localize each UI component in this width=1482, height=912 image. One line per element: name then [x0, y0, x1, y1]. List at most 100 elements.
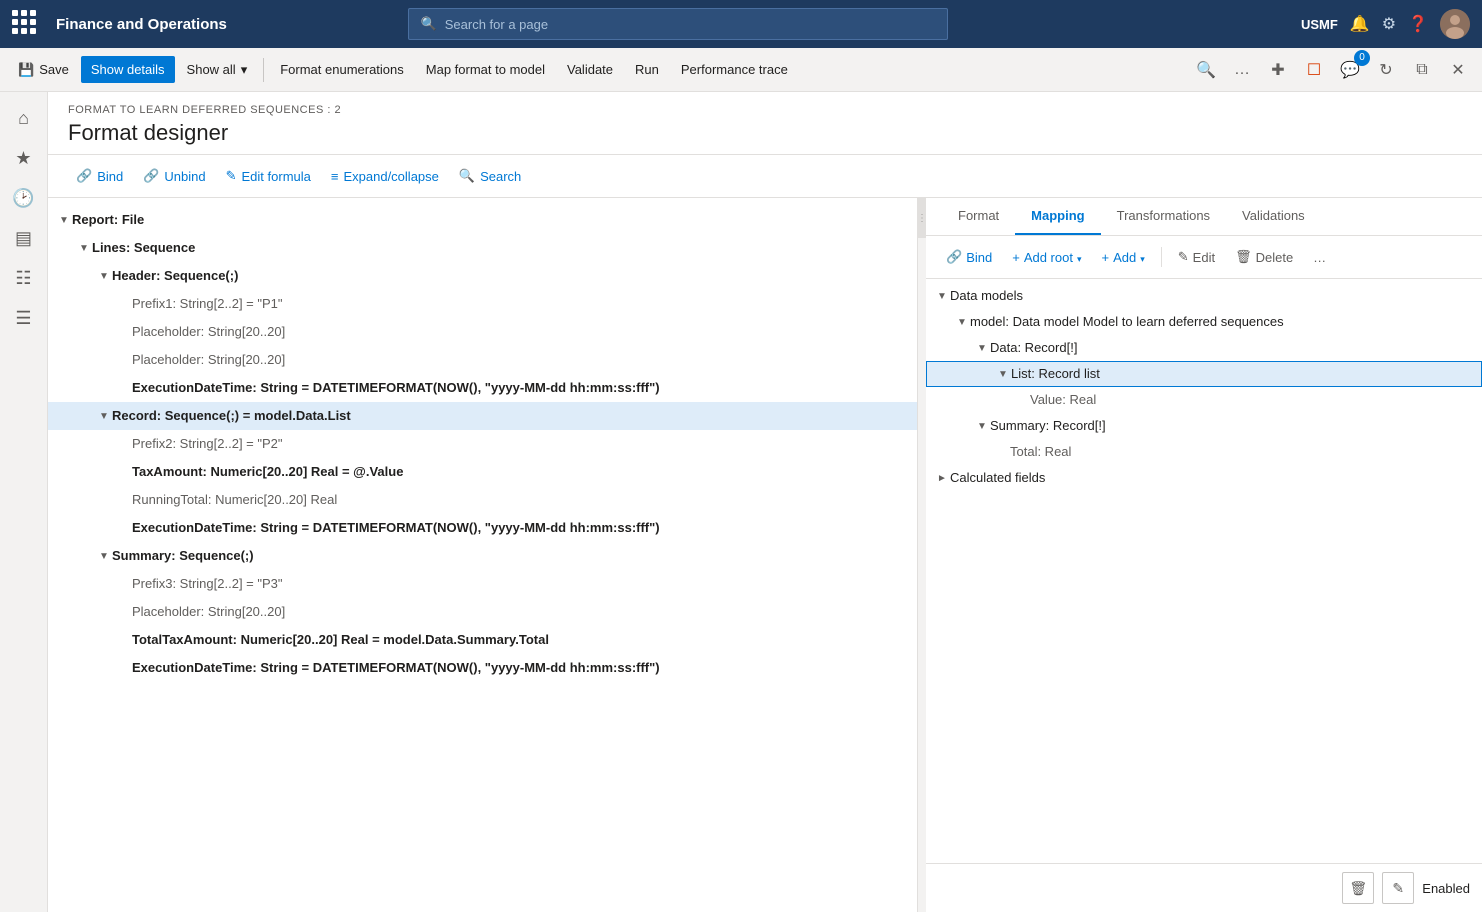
format-enumerations-button[interactable]: Format enumerations [270, 56, 414, 83]
mapping-add-button[interactable]: + Add [1094, 245, 1153, 270]
tree-label-summary-sequence: Summary: Sequence(;) [112, 547, 254, 565]
tab-format[interactable]: Format [942, 198, 1015, 235]
mapping-item-calculated-fields[interactable]: ► Calculated fields [926, 465, 1482, 491]
show-all-button[interactable]: Show all [177, 56, 258, 84]
mapping-toggle-calculated[interactable]: ► [934, 470, 950, 486]
mapping-bind-button[interactable]: 🔗 Bind [938, 244, 1000, 270]
tree-item-lines-sequence[interactable]: ▼ Lines: Sequence [48, 234, 917, 262]
mapping-item-summary-record[interactable]: ▼ Summary: Record[!] [926, 413, 1482, 439]
mapping-add-root-button[interactable]: + Add root [1004, 245, 1089, 270]
global-search-input[interactable] [445, 17, 935, 32]
expand-icon: ≡ [331, 169, 339, 184]
tree-item-prefix1[interactable]: Prefix1: String[2..2] = "P1" [48, 290, 917, 318]
mapping-item-total-real[interactable]: Total: Real [926, 439, 1482, 465]
tree-item-report-file[interactable]: ▼ Report: File [48, 206, 917, 234]
notifications-badge[interactable]: 💬 0 [1334, 54, 1366, 86]
tree-item-placeholder2[interactable]: Placeholder: String[20..20] [48, 346, 917, 374]
tab-validations[interactable]: Validations [1226, 198, 1321, 235]
tree-item-execdt-record[interactable]: ExecutionDateTime: String = DATETIMEFORM… [48, 514, 917, 542]
mapping-item-data-models[interactable]: ▼ Data models [926, 283, 1482, 309]
mapping-more-button[interactable]: … [1305, 245, 1334, 270]
refresh-icon[interactable]: ↻ [1370, 54, 1402, 86]
validate-button[interactable]: Validate [557, 56, 623, 83]
tree-label-prefix3: Prefix3: String[2..2] = "P3" [132, 575, 283, 593]
unbind-button[interactable]: 🔗 Unbind [135, 163, 213, 189]
bind-button[interactable]: 🔗 Bind [68, 163, 131, 189]
tree-toggle-lines[interactable]: ▼ [76, 240, 92, 256]
puzzle-icon[interactable]: ✚ [1262, 54, 1294, 86]
mapping-toggle-model[interactable]: ▼ [954, 314, 970, 330]
mapping-delete-button[interactable]: 🗑 Delete [1227, 244, 1301, 270]
sidebar-home-icon[interactable]: ⌂ [6, 100, 42, 136]
tree-toggle-report[interactable]: ▼ [56, 212, 72, 228]
mapping-toggle-list[interactable]: ▼ [995, 366, 1011, 382]
sidebar-list-icon[interactable]: ☰ [6, 300, 42, 336]
sidebar-favorites-icon[interactable]: ★ [6, 140, 42, 176]
tree-toggle-placeholder2 [116, 352, 132, 368]
badge-count: 0 [1354, 50, 1370, 66]
tree-item-execdt-summary[interactable]: ExecutionDateTime: String = DATETIMEFORM… [48, 654, 917, 682]
bind-label: Bind [97, 169, 123, 184]
save-icon: 💾 [18, 62, 34, 78]
tree-label-execdt-summary: ExecutionDateTime: String = DATETIMEFORM… [132, 659, 660, 677]
notification-bell-icon[interactable]: 🔔 [1350, 14, 1370, 34]
show-details-button[interactable]: Show details [81, 56, 175, 83]
footer-edit-icon-button[interactable]: ✎ [1382, 872, 1414, 904]
mapping-item-data-record[interactable]: ▼ Data: Record[!] [926, 335, 1482, 361]
tree-toggle-record[interactable]: ▼ [96, 408, 112, 424]
mapping-toggle-summary-record[interactable]: ▼ [974, 418, 990, 434]
search-designer-button[interactable]: 🔍 Search [451, 163, 529, 189]
run-button[interactable]: Run [625, 56, 669, 83]
edit-formula-button[interactable]: ✎ Edit formula [218, 163, 319, 189]
tree-item-header-sequence[interactable]: ▼ Header: Sequence(;) [48, 262, 917, 290]
tree-item-totaltaxamount[interactable]: TotalTaxAmount: Numeric[20..20] Real = m… [48, 626, 917, 654]
page-title: Format designer [68, 120, 1462, 146]
user-avatar[interactable] [1440, 9, 1470, 39]
tab-transformations[interactable]: Transformations [1101, 198, 1226, 235]
tree-item-execdt-header[interactable]: ExecutionDateTime: String = DATETIMEFORM… [48, 374, 917, 402]
tree-toggle-header[interactable]: ▼ [96, 268, 112, 284]
tab-mapping[interactable]: Mapping [1015, 198, 1100, 235]
tree-item-record-sequence[interactable]: ▼ Record: Sequence(;) = model.Data.List [48, 402, 917, 430]
close-icon[interactable]: ✕ [1442, 54, 1474, 86]
sidebar-filter-icon[interactable]: ☷ [6, 260, 42, 296]
app-grid-icon[interactable] [12, 10, 40, 38]
search-toolbar-icon[interactable]: 🔍 [1190, 54, 1222, 86]
tree-item-placeholder1[interactable]: Placeholder: String[20..20] [48, 318, 917, 346]
split-drag-handle[interactable]: ⋮ [918, 198, 926, 238]
performance-trace-button[interactable]: Performance trace [671, 56, 798, 83]
global-search[interactable]: 🔍 [408, 8, 948, 40]
mapping-toggle-data-models[interactable]: ▼ [934, 288, 950, 304]
tree-item-prefix3[interactable]: Prefix3: String[2..2] = "P3" [48, 570, 917, 598]
sidebar-recent-icon[interactable]: 🕑 [6, 180, 42, 216]
mapping-item-list-record[interactable]: ▼ List: Record list [926, 361, 1482, 387]
tree-toggle-summary[interactable]: ▼ [96, 548, 112, 564]
footer-delete-icon-button[interactable]: 🗑 [1342, 872, 1374, 904]
sidebar-workspaces-icon[interactable]: ▤ [6, 220, 42, 256]
mapping-item-value-real[interactable]: Value: Real [926, 387, 1482, 413]
tree-item-taxamount[interactable]: TaxAmount: Numeric[20..20] Real = @.Valu… [48, 458, 917, 486]
mapping-toggle-data-record[interactable]: ▼ [974, 340, 990, 356]
mapping-label-summary-record: Summary: Record[!] [990, 417, 1106, 435]
mapping-edit-button[interactable]: ✎ Edit [1170, 244, 1223, 270]
main-layout: ⌂ ★ 🕑 ▤ ☷ ☰ FORMAT TO LEARN DEFERRED SEQ… [0, 92, 1482, 912]
settings-gear-icon[interactable]: ⚙ [1382, 14, 1396, 34]
mapping-label-data-record: Data: Record[!] [990, 339, 1077, 357]
expand-collapse-button[interactable]: ≡ Expand/collapse [323, 164, 447, 189]
add-root-chevron-icon [1077, 250, 1082, 265]
open-new-icon[interactable]: ⧉ [1406, 54, 1438, 86]
help-question-icon[interactable]: ❓ [1408, 14, 1428, 34]
mapping-label-list-record: List: Record list [1011, 365, 1100, 383]
tree-item-runningtotal[interactable]: RunningTotal: Numeric[20..20] Real [48, 486, 917, 514]
map-format-to-model-button[interactable]: Map format to model [416, 56, 555, 83]
save-button[interactable]: 💾 Save [8, 56, 79, 84]
tree-item-placeholder-summary[interactable]: Placeholder: String[20..20] [48, 598, 917, 626]
main-toolbar: 💾 Save Show details Show all Format enum… [0, 48, 1482, 92]
tree-item-prefix2[interactable]: Prefix2: String[2..2] = "P2" [48, 430, 917, 458]
mapping-item-model[interactable]: ▼ model: Data model Model to learn defer… [926, 309, 1482, 335]
tree-item-summary-sequence[interactable]: ▼ Summary: Sequence(;) [48, 542, 917, 570]
format-tree-pane[interactable]: ▼ Report: File ▼ Lines: Sequence ▼ Heade… [48, 198, 918, 912]
mapping-tree[interactable]: ▼ Data models ▼ model: Data model Model … [926, 279, 1482, 863]
more-options-icon[interactable]: … [1226, 54, 1258, 86]
office-icon[interactable]: ☐ [1298, 54, 1330, 86]
